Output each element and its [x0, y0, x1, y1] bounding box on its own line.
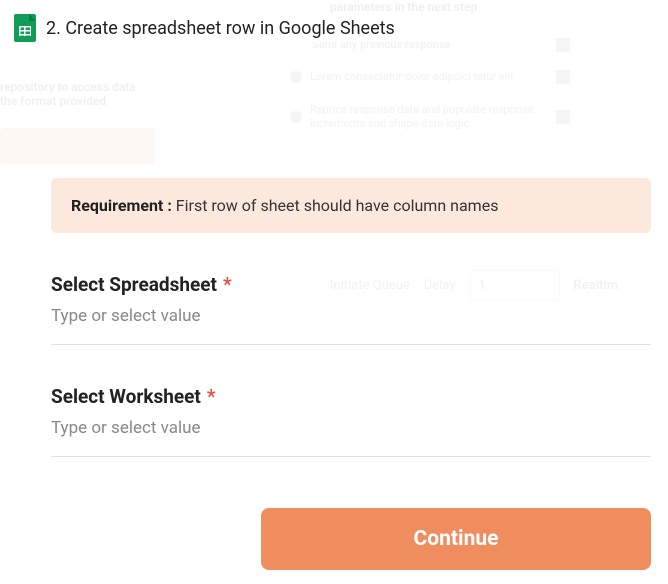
requirement-label: Requirement :: [71, 196, 172, 215]
bg-square-icon: [556, 38, 570, 52]
spreadsheet-input[interactable]: [51, 302, 651, 330]
bg-right-top: parameters in the next step: [330, 0, 570, 14]
bg-square2-icon: [556, 70, 570, 84]
spreadsheet-label: Select Spreadsheet*: [51, 273, 651, 296]
form-container: Requirement : First row of sheet should …: [51, 178, 651, 457]
bg-button: [0, 128, 155, 164]
step-title: 2. Create spreadsheet row in Google Shee…: [46, 18, 395, 39]
worksheet-input[interactable]: [51, 414, 651, 442]
requirement-text: First row of sheet should have column na…: [176, 196, 499, 215]
bg-circle1-icon: [290, 71, 302, 83]
bg-left-text2: the format provided: [0, 94, 160, 108]
bg-right-text3: Reprice response data and populate respo…: [310, 103, 548, 132]
google-sheets-icon: [14, 14, 36, 42]
worksheet-field-group: Select Worksheet*: [51, 385, 651, 457]
bg-right-text2: Lorem consectetur dolor adipsici tetur e…: [310, 70, 548, 84]
continue-button[interactable]: Continue: [261, 508, 651, 570]
spreadsheet-field-group: Select Spreadsheet*: [51, 273, 651, 345]
required-asterisk: *: [223, 273, 232, 296]
step-header: 2. Create spreadsheet row in Google Shee…: [14, 14, 407, 42]
bg-circle2-icon: [290, 111, 302, 123]
requirement-banner: Requirement : First row of sheet should …: [51, 178, 651, 233]
required-asterisk: *: [207, 385, 216, 408]
worksheet-label: Select Worksheet*: [51, 385, 651, 408]
bg-left-text1: repository to access data: [0, 80, 160, 94]
bg-square3-icon: [556, 110, 570, 124]
